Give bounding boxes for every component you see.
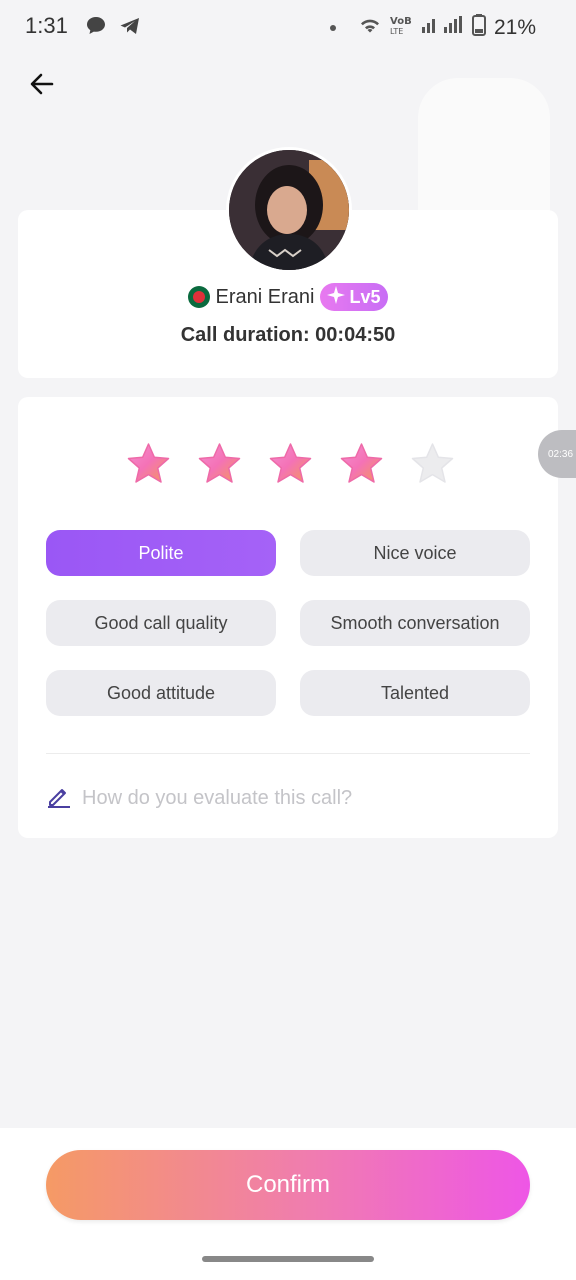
evaluation-input[interactable]: How do you evaluate this call? <box>46 783 352 814</box>
divider <box>46 753 530 754</box>
tag-chip[interactable]: Good call quality <box>46 600 276 646</box>
status-time: 1:31 <box>25 13 68 38</box>
back-button[interactable] <box>22 66 62 106</box>
tag-grid: Polite Nice voice Good call quality Smooth … <box>46 530 530 716</box>
bangladesh-flag-icon <box>187 286 210 308</box>
svg-text:LTE: LTE <box>390 27 403 36</box>
level-badge: Lv5 <box>320 283 389 311</box>
battery-icon <box>471 14 486 42</box>
tag-chip[interactable]: Smooth conversation <box>300 600 530 646</box>
star-empty-icon[interactable] <box>410 442 455 487</box>
volte-icon: VoB LTE <box>390 14 414 42</box>
level-label: Lv5 <box>349 286 381 307</box>
star-rating[interactable] <box>126 442 455 487</box>
notification-dot-icon <box>329 25 336 31</box>
star-filled-icon[interactable] <box>339 442 384 487</box>
star-filled-icon[interactable] <box>197 442 242 487</box>
svg-text:VoB: VoB <box>390 16 412 27</box>
signal-icon <box>421 15 464 41</box>
wifi-icon <box>358 15 382 41</box>
rating-card: Polite Nice voice Good call quality Smooth … <box>18 397 558 838</box>
pencil-icon <box>46 783 72 814</box>
user-name: Erani Erani <box>215 285 315 308</box>
status-right-icons: VoB LTE 21% <box>329 14 536 42</box>
battery-percent: 21% <box>493 16 536 39</box>
star-filled-icon[interactable] <box>126 442 171 487</box>
sparkle-icon <box>326 285 346 310</box>
chat-bubble-icon <box>84 14 108 43</box>
tag-chip[interactable]: Good attitude <box>46 670 276 716</box>
home-indicator[interactable] <box>202 1256 374 1262</box>
user-name-row: Erani Erani Lv5 <box>0 283 576 311</box>
telegram-icon <box>118 14 142 43</box>
tag-chip[interactable]: Polite <box>46 530 276 576</box>
tag-chip[interactable]: Nice voice <box>300 530 530 576</box>
evaluation-placeholder: How do you evaluate this call? <box>82 787 353 809</box>
tag-chip[interactable]: Talented <box>300 670 530 716</box>
status-left-icons <box>84 14 142 43</box>
call-duration: Call duration: 00:04:50 <box>180 324 396 346</box>
avatar <box>229 150 349 270</box>
star-filled-icon[interactable] <box>268 442 313 487</box>
arrow-left-icon <box>28 70 56 103</box>
confirm-button[interactable]: Confirm <box>46 1150 530 1220</box>
status-bar: 1:31 VoB LTE 21% <box>0 0 576 52</box>
decorative-tab <box>418 78 550 228</box>
